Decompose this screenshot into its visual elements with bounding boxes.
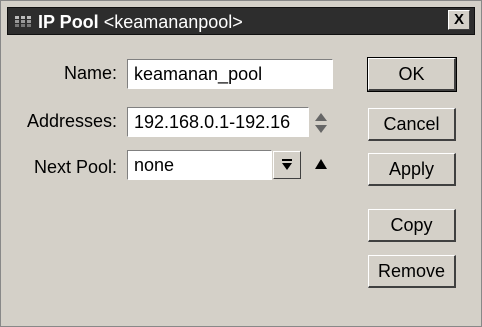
ip-pool-dialog: IP Pool <keamananpool> X Name: keamanan_… bbox=[0, 0, 482, 327]
addresses-label: Addresses: bbox=[26, 111, 117, 131]
app-icon bbox=[14, 15, 32, 29]
remove-button[interactable]: Remove bbox=[368, 255, 456, 288]
next-pool-select[interactable]: none bbox=[127, 150, 272, 180]
ok-button[interactable]: OK bbox=[367, 57, 457, 92]
copy-button[interactable]: Copy bbox=[368, 209, 456, 242]
window-title-prefix: IP Pool bbox=[38, 12, 99, 32]
name-label: Name: bbox=[63, 63, 117, 83]
dropdown-arrow-icon bbox=[282, 159, 292, 170]
up-down-stepper-icon[interactable] bbox=[314, 112, 328, 134]
close-icon: X bbox=[453, 11, 464, 28]
close-button[interactable]: X bbox=[448, 10, 470, 30]
next-pool-label: Next Pool: bbox=[33, 157, 117, 177]
apply-button[interactable]: Apply bbox=[368, 153, 456, 186]
up-arrow-icon[interactable] bbox=[314, 158, 328, 170]
title-bar[interactable]: IP Pool <keamananpool> X bbox=[7, 7, 475, 35]
addresses-field[interactable]: 192.168.0.1-192.16 bbox=[127, 107, 309, 137]
cancel-button[interactable]: Cancel bbox=[368, 108, 456, 141]
name-field[interactable]: keamanan_pool bbox=[127, 59, 333, 89]
window-title: IP Pool <keamananpool> bbox=[38, 12, 243, 32]
window-title-name: <keamananpool> bbox=[103, 12, 243, 32]
next-pool-dropdown-button[interactable] bbox=[273, 151, 301, 179]
